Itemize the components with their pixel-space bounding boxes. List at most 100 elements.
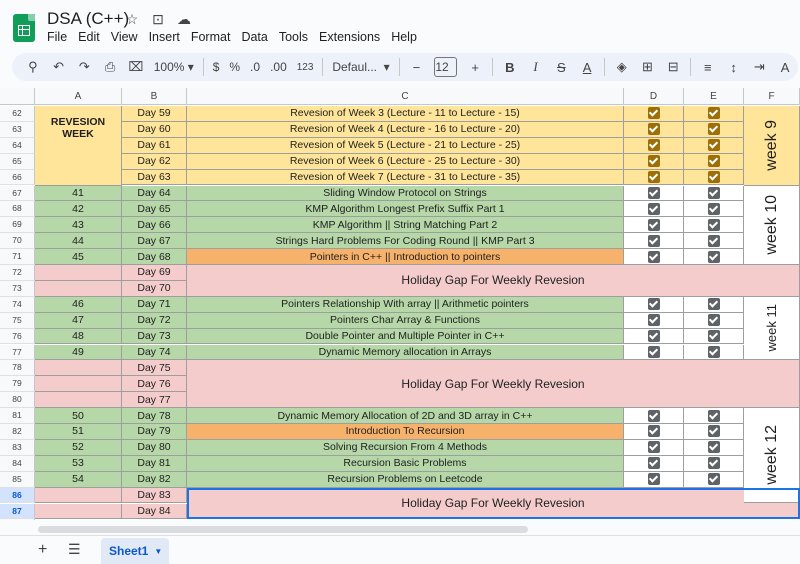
row-header[interactable]: 76: [0, 328, 35, 345]
cell-d[interactable]: [624, 328, 684, 345]
cell-b[interactable]: Day 81: [122, 455, 187, 472]
cell-e[interactable]: [684, 439, 744, 456]
number-format-button[interactable]: 123: [297, 62, 314, 73]
row-header[interactable]: 74: [0, 296, 35, 313]
row-header[interactable]: 72: [0, 265, 35, 281]
redo-icon[interactable]: ↷: [77, 59, 93, 75]
cell-e[interactable]: [684, 249, 744, 265]
row-header[interactable]: 66: [0, 169, 35, 186]
cell-d[interactable]: [624, 217, 684, 234]
row-header[interactable]: 63: [0, 121, 35, 138]
cell-d[interactable]: [624, 312, 684, 329]
increase-decimal-button[interactable]: .00: [270, 60, 287, 74]
sheet-tab[interactable]: Sheet1 ▼: [101, 538, 169, 564]
cell-e[interactable]: [684, 424, 744, 440]
cell-d[interactable]: [624, 121, 684, 138]
row-header[interactable]: 82: [0, 424, 35, 440]
row-header[interactable]: 71: [0, 249, 35, 265]
currency-format-button[interactable]: $: [213, 60, 220, 74]
cell-c[interactable]: KMP Algorithm Longest Prefix Suffix Part…: [187, 201, 624, 218]
cell-a[interactable]: [35, 503, 122, 520]
checkbox-checked-icon[interactable]: [647, 234, 660, 247]
cell-b[interactable]: Day 64: [122, 185, 187, 202]
cell-d[interactable]: [624, 249, 684, 265]
cell-b[interactable]: Day 74: [122, 344, 187, 361]
checkbox-checked-icon[interactable]: [647, 250, 660, 263]
cell-b[interactable]: Day 66: [122, 217, 187, 234]
cell-a[interactable]: [35, 265, 122, 281]
checkbox-checked-icon[interactable]: [647, 457, 660, 470]
checkbox-checked-icon[interactable]: [707, 139, 720, 152]
italic-button[interactable]: I: [528, 59, 544, 75]
cell-e[interactable]: [684, 328, 744, 345]
cell-c[interactable]: Pointers Char Array & Functions: [187, 312, 624, 329]
cell-a[interactable]: [35, 376, 122, 393]
cell-a[interactable]: [35, 392, 122, 409]
font-select[interactable]: Defaul... ▾: [332, 60, 389, 74]
row-header[interactable]: 69: [0, 217, 35, 234]
cell-b[interactable]: Day 75: [122, 360, 187, 377]
cell-b[interactable]: Day 70: [122, 280, 187, 297]
menu-help[interactable]: Help: [391, 30, 417, 44]
cell-e[interactable]: [684, 312, 744, 329]
cell-a[interactable]: [35, 487, 122, 504]
row-header[interactable]: 79: [0, 376, 35, 393]
checkbox-checked-icon[interactable]: [707, 441, 720, 454]
cell-c[interactable]: Revesion of Week 6 (Lecture - 25 to Lect…: [187, 153, 624, 170]
print-icon[interactable]: ⎙: [102, 59, 118, 75]
checkbox-checked-icon[interactable]: [707, 345, 720, 358]
menu-file[interactable]: File: [47, 30, 67, 44]
column-header-a[interactable]: A: [35, 88, 122, 105]
cell-e[interactable]: [684, 153, 744, 170]
column-header-d[interactable]: D: [624, 88, 684, 105]
checkbox-checked-icon[interactable]: [647, 425, 660, 438]
text-rotation-icon[interactable]: A: [777, 60, 793, 75]
cell-b[interactable]: Day 60: [122, 121, 187, 138]
row-header[interactable]: 70: [0, 233, 35, 250]
column-header-c[interactable]: C: [187, 88, 624, 105]
cell-c[interactable]: Solving Recursion From 4 Methods: [187, 439, 624, 456]
cell-e[interactable]: [684, 185, 744, 202]
holiday-gap-cell[interactable]: Holiday Gap For Weekly Revesion: [187, 265, 800, 297]
cell-c[interactable]: Strings Hard Problems For Coding Round |…: [187, 233, 624, 250]
week-label-cell[interactable]: week 9: [744, 106, 800, 186]
week-label-cell[interactable]: week 10: [744, 185, 800, 265]
cell-e[interactable]: [684, 106, 744, 122]
cell-c[interactable]: Sliding Window Protocol on Strings: [187, 185, 624, 202]
column-header-e[interactable]: E: [684, 88, 744, 105]
cloud-status-icon[interactable]: ☁: [175, 11, 193, 27]
cell-b[interactable]: Day 83: [122, 487, 187, 504]
text-wrap-icon[interactable]: ⇥: [751, 59, 767, 75]
cell-e[interactable]: [684, 344, 744, 361]
merge-cells-icon[interactable]: ⊟: [665, 59, 681, 75]
row-header[interactable]: 83: [0, 439, 35, 456]
borders-icon[interactable]: ⊞: [640, 59, 656, 75]
revision-week-cell[interactable]: REVESION WEEK: [35, 106, 122, 186]
cell-c[interactable]: Recursion Problems on Leetcode: [187, 471, 624, 488]
checkbox-checked-icon[interactable]: [647, 171, 660, 184]
cell-a[interactable]: 49: [35, 344, 122, 361]
checkbox-checked-icon[interactable]: [647, 107, 660, 120]
checkbox-checked-icon[interactable]: [707, 457, 720, 470]
checkbox-checked-icon[interactable]: [707, 202, 720, 215]
text-color-icon[interactable]: A: [579, 60, 595, 75]
row-header[interactable]: 78: [0, 360, 35, 377]
sheets-logo-icon[interactable]: [13, 14, 35, 42]
chevron-down-icon[interactable]: ▼: [154, 547, 162, 556]
checkbox-checked-icon[interactable]: [647, 202, 660, 215]
cell-a[interactable]: 46: [35, 296, 122, 313]
menu-extensions[interactable]: Extensions: [319, 30, 380, 44]
checkbox-checked-icon[interactable]: [647, 155, 660, 168]
cell-d[interactable]: [624, 455, 684, 472]
checkbox-checked-icon[interactable]: [647, 139, 660, 152]
cell-a[interactable]: 53: [35, 455, 122, 472]
cell-d[interactable]: [624, 106, 684, 122]
cell-c[interactable]: Revesion of Week 7 (Lecture - 31 to Lect…: [187, 169, 624, 186]
cell-d[interactable]: [624, 408, 684, 424]
cell-c[interactable]: Dynamic Memory allocation in Arrays: [187, 344, 624, 361]
cell-b[interactable]: Day 62: [122, 153, 187, 170]
cell-a[interactable]: 51: [35, 424, 122, 440]
checkbox-checked-icon[interactable]: [707, 298, 720, 311]
cell-d[interactable]: [624, 137, 684, 154]
checkbox-checked-icon[interactable]: [707, 473, 720, 486]
